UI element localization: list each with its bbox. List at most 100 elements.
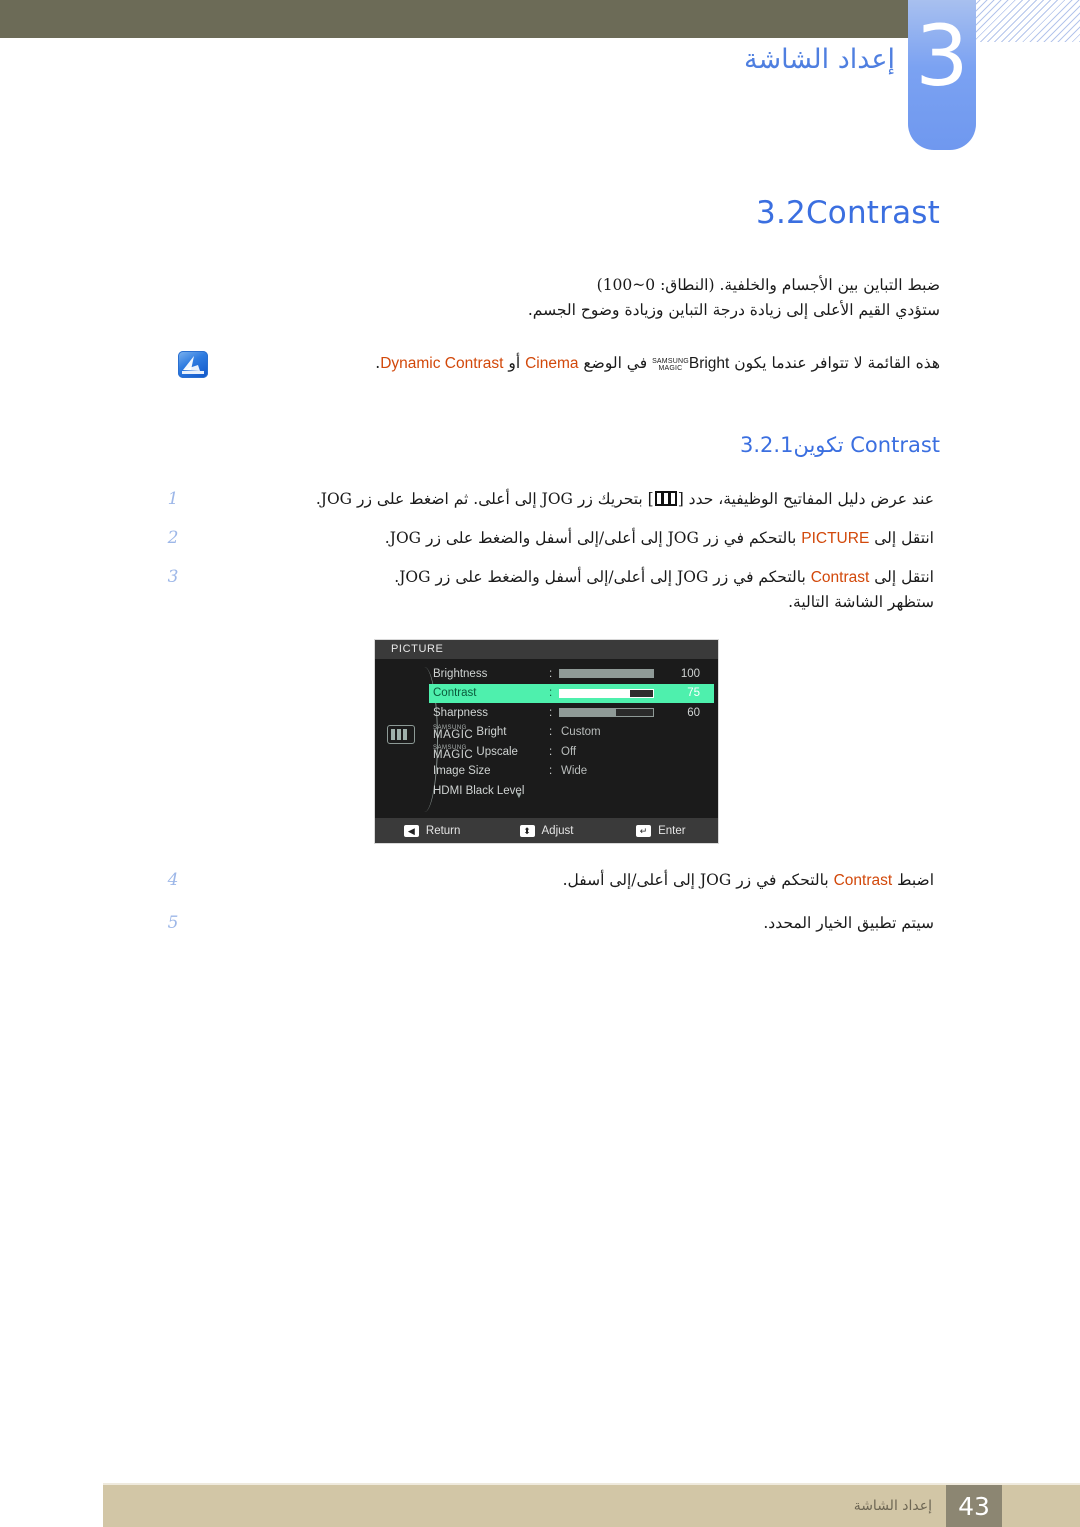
step2-text-a: انتقل إلى xyxy=(874,529,934,547)
samsung-magic-stack: SAMSUNG MAGIC xyxy=(433,745,474,761)
osd-title: PICTURE xyxy=(375,640,718,659)
step1-text-c: إلى أعلى. ثم اضغط على زر xyxy=(357,490,537,508)
chapter-title: إعداد الشاشة xyxy=(743,44,895,75)
osd-colon: : xyxy=(549,745,553,758)
step3-subnote: ستظهر الشاشة التالية. xyxy=(788,593,934,611)
step2-keyword-picture: PICTURE xyxy=(801,530,870,547)
step2-key-jog: JOG xyxy=(667,529,699,547)
osd-label: Contrast xyxy=(433,687,477,700)
subsection-title-ar: تكوين xyxy=(793,433,844,457)
step-text: انتقل إلى PICTURE بالتحكم في زر JOG إلى … xyxy=(186,526,940,551)
step2-text-b: بالتحكم في زر xyxy=(703,529,797,547)
step4-key-jog: JOG xyxy=(699,871,732,889)
step1-text-b: ] بتحريك زر xyxy=(577,490,654,508)
osd-colon: : xyxy=(549,667,553,680)
header-diagonal-stripes-decoration xyxy=(975,0,1080,42)
osd-value: 100 xyxy=(680,667,700,680)
magic-bottom: MAGIC xyxy=(433,748,474,761)
step1-key-jog-2: JOG xyxy=(320,490,353,508)
page-number: 43 xyxy=(946,1485,1002,1527)
step5-text-a: سيتم تطبيق الخيار المحدد. xyxy=(763,914,934,932)
picture-bars-icon xyxy=(654,491,677,506)
section-title: Contrast xyxy=(805,195,940,231)
step2-text-c: إلى أعلى/إلى أسفل والضغط على زر xyxy=(425,529,663,547)
osd-rows: Brightness : 100 Contrast : 75 Sharpness… xyxy=(429,664,714,801)
subsection-heading: 3.2.1تكوين Contrast xyxy=(150,433,940,457)
osd-colon: : xyxy=(549,765,553,778)
note-text-before: هذه القائمة لا تتوافر عندما يكون xyxy=(734,354,940,372)
step-number: 1 xyxy=(167,489,179,509)
page-content: 3.2Contrast ضبط التباين بين الأجسام والخ… xyxy=(150,195,940,629)
note-text-or: أو xyxy=(508,354,521,372)
steps-list: 1 عند عرض دليل المفاتيح الوظيفية، حدد []… xyxy=(150,487,940,615)
left-arrow-icon: ◀ xyxy=(403,824,419,837)
osd-slider-brightness[interactable] xyxy=(559,669,654,679)
step3-text-b: بالتحكم في زر xyxy=(713,568,806,586)
osd-label-text: Upscale xyxy=(476,745,518,758)
step4-text-b: بالتحكم في زر xyxy=(736,871,829,889)
steps-list-2: 4 اضبط Contrast بالتحكم في زر JOG إلى أع… xyxy=(150,868,940,936)
osd-slider-contrast[interactable] xyxy=(559,688,654,698)
osd-menu-screenshot: PICTURE Brightness : 100 Contrast : 75 S… xyxy=(375,640,718,843)
osd-footer-enter[interactable]: ↵ Enter xyxy=(604,824,718,837)
note-text: هذه القائمة لا تتوافر عندما يكون SAMSUNG… xyxy=(208,351,940,376)
page-footer: إعداد الشاشة 43 xyxy=(103,1483,1080,1527)
osd-label: Sharpness xyxy=(433,706,488,719)
osd-row-sharpness[interactable]: Sharpness : 60 xyxy=(429,703,714,723)
steps-list-continued: 4 اضبط Contrast بالتحكم في زر JOG إلى أع… xyxy=(150,868,940,950)
osd-row-hdmi-black-level[interactable]: HDMI Black Level xyxy=(429,781,714,801)
osd-footer-return[interactable]: ◀ Return xyxy=(375,824,489,837)
osd-footer-bar: ◀ Return ⬍ Adjust ↵ Enter xyxy=(375,818,718,843)
magic-bottom: MAGIC xyxy=(433,729,474,742)
samsung-magic-stack: SAMSUNG MAGIC xyxy=(433,725,474,742)
osd-value: 75 xyxy=(687,687,700,700)
osd-slider-sharpness[interactable] xyxy=(559,708,654,718)
step1-key-jog: JOG xyxy=(541,490,573,508)
note-block: هذه القائمة لا تتوافر عندما يكون SAMSUNG… xyxy=(150,351,940,378)
step2-key-jog-2: JOG xyxy=(389,529,422,547)
step-text: سيتم تطبيق الخيار المحدد. xyxy=(186,911,940,936)
subsection-number: 3.2.1 xyxy=(740,433,794,457)
chapter-number: 3 xyxy=(915,7,969,105)
step-number: 2 xyxy=(167,528,179,548)
osd-colon: : xyxy=(549,706,553,719)
samsung-magic-stack: SAMSUNG MAGIC xyxy=(652,358,689,372)
note-badge-icon xyxy=(178,351,208,378)
section-paragraph-line-2: ستؤدي القيم الأعلى إلى زيادة درجة التباي… xyxy=(527,301,940,319)
step-number: 3 xyxy=(167,567,179,587)
osd-row-brightness[interactable]: Brightness : 100 xyxy=(429,664,714,684)
osd-row-magic-bright[interactable]: SAMSUNG MAGIC Bright : Custom xyxy=(429,723,714,743)
step3-text-a: انتقل إلى xyxy=(874,568,934,586)
osd-colon: : xyxy=(549,726,553,739)
osd-row-magic-upscale[interactable]: SAMSUNG MAGIC Upscale : Off xyxy=(429,742,714,762)
osd-row-image-size[interactable]: Image Size : Wide xyxy=(429,762,714,782)
osd-label: SAMSUNG MAGIC Upscale xyxy=(429,745,549,761)
chapter-tab: 3 xyxy=(908,0,976,150)
footer-chapter-label: إعداد الشاشة xyxy=(853,1498,932,1514)
note-text-middle: في الوضع xyxy=(583,354,648,372)
osd-label: Image Size xyxy=(433,765,491,778)
osd-row-contrast[interactable]: Contrast : 75 xyxy=(429,683,714,703)
osd-colon: : xyxy=(549,687,553,700)
step3-keyword-contrast: Contrast xyxy=(810,569,870,586)
step-number: 5 xyxy=(167,913,179,933)
samsung-magic-bright-label: SAMSUNG MAGIC Bright xyxy=(652,352,729,376)
chevron-down-icon[interactable]: ▼ xyxy=(515,791,523,800)
step-item: 4 اضبط Contrast بالتحكم في زر JOG إلى أع… xyxy=(150,868,940,893)
enter-arrow-icon: ↵ xyxy=(636,824,652,837)
osd-label: Brightness xyxy=(433,667,488,680)
header-olive-band xyxy=(0,0,908,38)
step3-text-c: إلى أعلى/إلى أسفل والضغط على زر xyxy=(435,568,673,586)
osd-label-text: Bright xyxy=(476,726,507,739)
up-down-arrow-icon: ⬍ xyxy=(519,824,535,837)
osd-footer-adjust[interactable]: ⬍ Adjust xyxy=(489,824,603,837)
osd-value: Custom xyxy=(561,726,601,739)
section-paragraph-line-1: ضبط التباين بين الأجسام والخلفية. (النطا… xyxy=(596,276,940,294)
section-heading: 3.2Contrast xyxy=(150,195,940,231)
osd-value: 60 xyxy=(687,706,700,719)
step-item: 1 عند عرض دليل المفاتيح الوظيفية، حدد []… xyxy=(150,487,940,512)
step-item: 3 انتقل إلى Contrast بالتحكم في زر JOG إ… xyxy=(150,565,940,615)
step-text: عند عرض دليل المفاتيح الوظيفية، حدد [] ب… xyxy=(186,487,940,512)
magic-top: SAMSUNG xyxy=(652,358,689,365)
subsection-title-en: Contrast xyxy=(850,433,940,457)
